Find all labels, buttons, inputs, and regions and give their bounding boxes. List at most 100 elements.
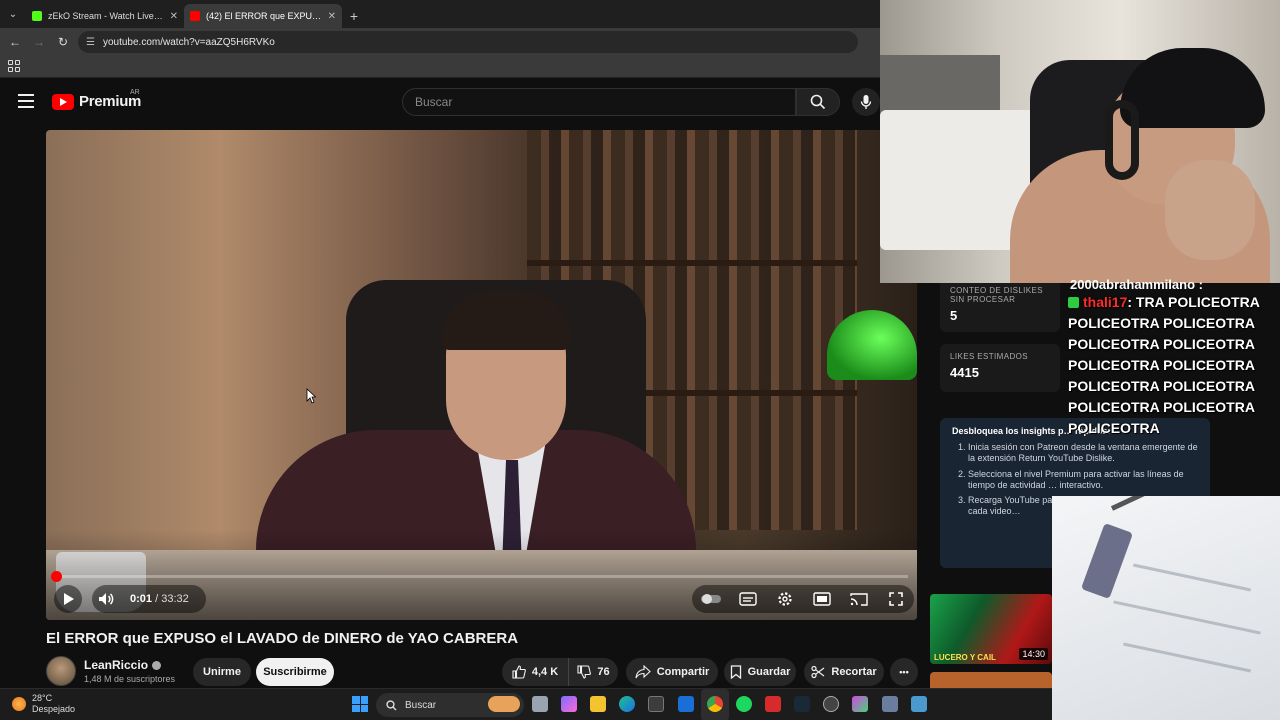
reload-icon[interactable]: ↻ [54,33,72,51]
menu-icon[interactable] [18,94,34,108]
outlook-icon[interactable] [678,696,694,712]
youtube-premium-logo[interactable]: Premium AR [52,89,141,110]
chat-username: thali17 [1083,294,1128,310]
new-tab-button[interactable]: + [342,4,366,28]
subtitles-button[interactable] [734,585,762,613]
site-info-icon[interactable]: ☰ [86,37,95,48]
thumbs-down-icon [577,665,592,679]
url-field[interactable]: ☰ youtube.com/watch?v=aaZQ5H6RVKo [78,31,858,53]
dislike-count: 76 [597,666,610,678]
notification-app-icon[interactable] [765,696,781,712]
chat-message: thali17: TRA POLICEOTRA POLICEOTRA POLIC… [1064,292,1280,439]
webcam-headset [1105,100,1139,180]
photos-icon[interactable] [911,696,927,712]
time-display: 0:01 / 33:32 [120,593,199,605]
cast-button[interactable] [845,585,873,613]
duration: 33:32 [161,593,189,605]
windows-taskbar: 28°C Despejado Buscar [0,688,1052,720]
thumbnail-caption: LUCERO Y CAIL [934,653,996,662]
chat-previous-line: 2000abrahammilano : [1070,278,1203,292]
share-icon [635,665,651,679]
stream-chat-overlay: 2000abrahammilano : thali17: TRA POLICEO… [1064,278,1280,439]
spotify-icon[interactable] [736,696,752,712]
copilot-icon[interactable] [561,696,577,712]
join-button[interactable]: Unirme [193,658,251,686]
recommended-video-thumbnail[interactable]: LUCERO Y CAIL 14:30 [930,594,1052,664]
webcam-streamer-hand [1165,160,1255,260]
like-count: 4,4 K [531,666,559,678]
app-icon[interactable] [882,696,898,712]
settings-button[interactable] [771,585,799,613]
taskbar-search-label: Buscar [405,699,437,711]
floor-streak [1132,563,1252,592]
dislike-button[interactable]: 76 [568,658,618,686]
scissors-icon [811,665,825,679]
current-time: 0:01 [130,593,153,605]
channel-name: LeanRiccio [84,658,149,672]
cast-icon [849,593,868,606]
country-code: AR [130,89,140,96]
dislike-count-card: CONTEO DE DISLIKES SIN PROCESAR 5 [940,278,1060,332]
dislike-count-label: CONTEO DE DISLIKES SIN PROCESAR [950,286,1043,304]
tab-title: zEkO Stream - Watch Live on K [48,11,164,21]
bookmarks-bar [0,56,880,78]
save-button[interactable]: Guardar [724,658,796,686]
apps-grid-icon[interactable] [8,60,20,72]
video-frame-shelf [527,260,857,266]
like-button[interactable]: 4,4 K [502,658,568,686]
video-player[interactable] [46,130,917,620]
volume-button[interactable] [92,585,120,613]
file-explorer-icon[interactable] [590,696,606,712]
search-button[interactable] [796,88,840,116]
thumbnail-duration: 14:30 [1019,648,1048,660]
volume-icon [99,593,114,605]
tab-youtube-video[interactable]: (42) El ERROR que EXPUSO el L ✕ [184,4,342,28]
app-icon[interactable] [852,696,868,712]
more-actions-button[interactable]: ••• [890,658,918,686]
store-icon[interactable] [648,696,664,712]
channel-name-link[interactable]: LeanRiccio [84,658,162,672]
channel-avatar[interactable] [46,656,76,686]
play-button[interactable] [54,585,82,613]
estimated-likes-card: LIKES ESTIMADOS 4415 [940,344,1060,392]
weather-sun-icon [12,697,26,711]
microphone-icon [860,95,872,109]
weather-text: 28°C Despejado [32,693,75,715]
steam-icon[interactable] [794,696,810,712]
dislike-count-value: 5 [950,308,958,323]
search-highlight-icon[interactable] [488,696,520,712]
browser-tabstrip: ⌄ zEkO Stream - Watch Live on K ✕ (42) E… [0,0,880,28]
autoplay-toggle[interactable] [697,585,725,613]
tab-kick-stream[interactable]: zEkO Stream - Watch Live on K ✕ [26,4,184,28]
autoplay-toggle-icon [700,594,721,604]
estimated-likes-label: LIKES ESTIMADOS [950,352,1029,361]
close-tab-icon[interactable]: ✕ [328,11,336,22]
search-icon [386,699,397,710]
forward-arrow-icon[interactable]: → [30,33,48,51]
save-label: Guardar [747,666,791,678]
close-tab-icon[interactable]: ✕ [170,11,178,22]
edge-browser-icon[interactable] [619,696,635,712]
search-icon [810,94,826,110]
start-menu-icon[interactable] [352,696,368,712]
back-arrow-icon[interactable]: ← [6,33,24,51]
time-separator: / [152,593,162,605]
weather-widget[interactable]: 28°C Despejado [12,693,75,715]
video-title: El ERROR que EXPUSO el LAVADO de DINERO … [46,630,519,647]
task-view-icon[interactable] [532,696,548,712]
subscribe-button[interactable]: Suscribirme [256,658,334,686]
share-button[interactable]: Compartir [626,658,718,686]
chrome-icon[interactable] [707,696,723,712]
fullscreen-button[interactable] [882,585,910,613]
floor-mop [1080,522,1134,600]
tab-search-button[interactable]: ⌄ [0,0,26,28]
search-input[interactable]: Buscar [402,88,796,116]
play-icon [64,593,74,605]
clip-button[interactable]: Recortar [804,658,884,686]
progress-bar[interactable] [51,571,908,582]
voice-search-button[interactable] [852,88,880,116]
floor-cleaning-cam-overlay [1052,496,1280,720]
volume-time-group: 0:01 / 33:32 [92,585,206,613]
obs-icon[interactable] [823,696,839,712]
theater-mode-button[interactable] [808,585,836,613]
